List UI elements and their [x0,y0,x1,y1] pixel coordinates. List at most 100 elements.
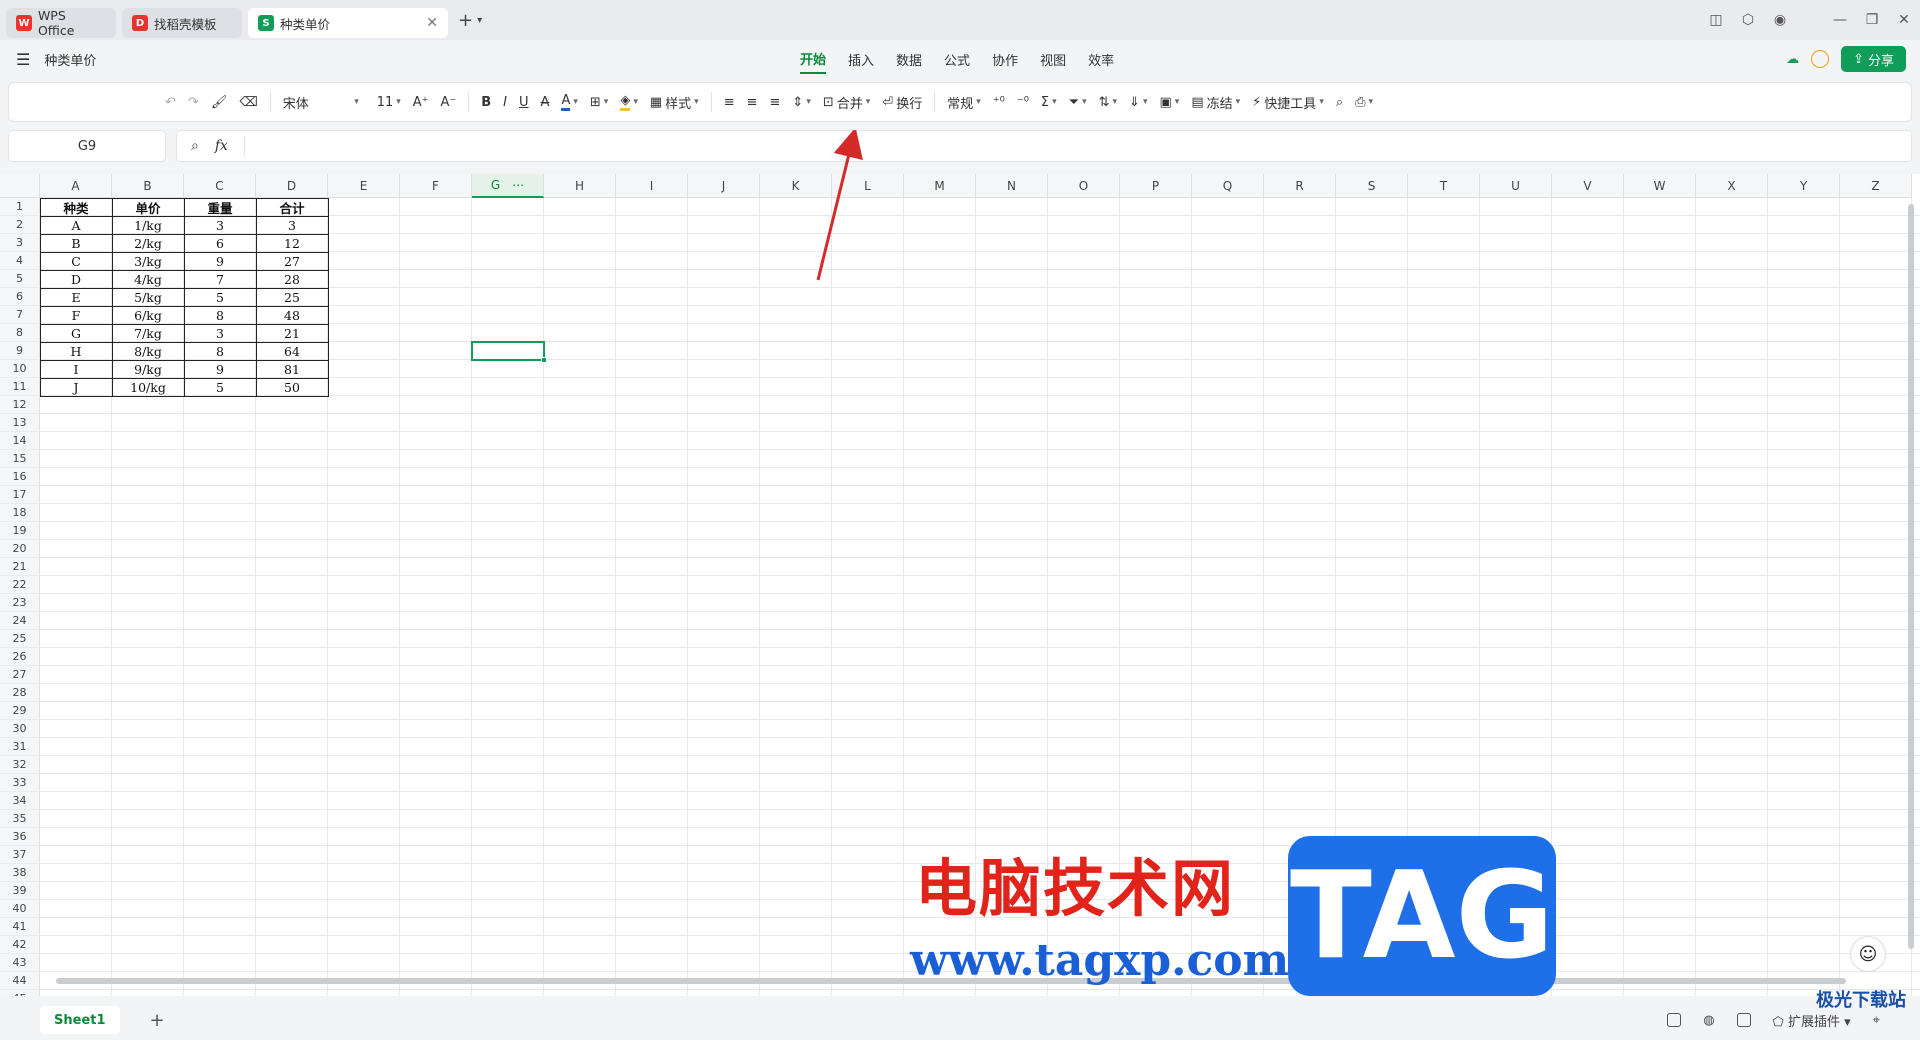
table-header-cell[interactable]: 重量 [184,198,256,216]
align-center-icon[interactable]: ≡ [741,88,764,116]
freeze-button[interactable]: ▤ 冻结 ▾ [1185,88,1246,116]
row-header[interactable]: 19 [0,522,40,540]
table-cell[interactable]: B [40,234,112,252]
table-cell[interactable]: E [40,288,112,306]
italic-icon[interactable]: I [497,88,513,116]
row-header[interactable]: 44 [0,972,40,990]
minimize-icon[interactable]: — [1824,12,1856,28]
column-header-o[interactable]: O [1048,174,1120,198]
table-cell[interactable]: 5 [184,378,256,396]
table-cell[interactable]: 64 [256,342,328,360]
row-header[interactable]: 17 [0,486,40,504]
row-header[interactable]: 33 [0,774,40,792]
row-header[interactable]: 16 [0,468,40,486]
row-header[interactable]: 30 [0,720,40,738]
row-header[interactable]: 21 [0,558,40,576]
column-header-c[interactable]: C [184,174,256,198]
sum-icon[interactable]: Σ ▾ [1035,88,1063,116]
row-header[interactable]: 11 [0,378,40,396]
tab-home[interactable]: 开始 [800,45,827,74]
eraser-icon[interactable]: ⌫ [233,88,263,116]
column-header-y[interactable]: Y [1768,174,1840,198]
selected-cell[interactable] [471,341,547,363]
formula-input[interactable] [261,131,1911,161]
decimal-increase-icon[interactable]: ⁺⁰ [987,88,1011,116]
row-header[interactable]: 39 [0,882,40,900]
number-format-select[interactable]: 常规 ▾ [941,88,987,116]
column-header-t[interactable]: T [1408,174,1480,198]
column-header-f[interactable]: F [400,174,472,198]
row-header[interactable]: 5 [0,270,40,288]
row-header[interactable]: 9 [0,342,40,360]
row-header[interactable]: 37 [0,846,40,864]
border-icon[interactable]: ⊞ ▾ [584,88,614,116]
row-header[interactable]: 2 [0,216,40,234]
row-header[interactable]: 3 [0,234,40,252]
row-header[interactable]: 32 [0,756,40,774]
table-cell[interactable]: F [40,306,112,324]
table-cell[interactable]: 4/kg [112,270,184,288]
table-cell[interactable]: H [40,342,112,360]
more-icon[interactable]: ⋯ [512,178,524,192]
table-cell[interactable]: 3 [184,216,256,234]
table-cell[interactable]: 28 [256,270,328,288]
table-header-cell[interactable]: 单价 [112,198,184,216]
row-header[interactable]: 13 [0,414,40,432]
view-mode-icon[interactable]: ⌖ [1873,1013,1880,1028]
table-cell[interactable]: 48 [256,306,328,324]
tab-spreadsheet[interactable]: S 种类单价 ✕ [248,8,448,38]
tab-insert[interactable]: 插入 [848,46,874,73]
table-cell[interactable]: 81 [256,360,328,378]
vertical-align-icon[interactable]: ⇕ ▾ [786,88,816,116]
column-header-b[interactable]: B [112,174,184,198]
table-cell[interactable]: C [40,252,112,270]
font-increase-icon[interactable]: A⁺ [407,88,435,116]
table-cell[interactable]: I [40,360,112,378]
table-cell[interactable]: 1/kg [112,216,184,234]
table-cell[interactable]: 6 [184,234,256,252]
column-header-q[interactable]: Q [1192,174,1264,198]
row-header[interactable]: 26 [0,648,40,666]
new-tab-button[interactable]: + ▾ [458,10,482,31]
table-cell[interactable]: 5/kg [112,288,184,306]
table-cell[interactable]: J [40,378,112,396]
row-header[interactable]: 40 [0,900,40,918]
table-cell[interactable]: 3/kg [112,252,184,270]
row-header[interactable]: 8 [0,324,40,342]
table-cell[interactable]: 7 [184,270,256,288]
column-header-a[interactable]: A [40,174,112,198]
table-cell[interactable]: 8 [184,342,256,360]
table-cell[interactable]: 8/kg [112,342,184,360]
column-header-z[interactable]: Z [1840,174,1912,198]
layout-icon[interactable]: ◫ [1700,12,1732,28]
table-header-cell[interactable]: 种类 [40,198,112,216]
table-header-cell[interactable]: 合计 [256,198,328,216]
row-header[interactable]: 45 [0,990,40,996]
table-cell[interactable]: 12 [256,234,328,252]
column-header-p[interactable]: P [1120,174,1192,198]
table-cell[interactable]: 10/kg [112,378,184,396]
row-header[interactable]: 28 [0,684,40,702]
font-name-select[interactable]: 宋体 ▾ [277,88,365,116]
column-header-n[interactable]: N [976,174,1048,198]
wrap-text-button[interactable]: ⏎ 换行 [876,88,928,116]
tab-formula[interactable]: 公式 [944,46,970,73]
row-header[interactable]: 4 [0,252,40,270]
tab-view[interactable]: 视图 [1040,46,1066,73]
add-sheet-button[interactable]: + [150,1010,165,1031]
row-header[interactable]: 23 [0,594,40,612]
row-header[interactable]: 42 [0,936,40,954]
cloud-icon[interactable]: ☁ [1786,52,1799,67]
filter-icon[interactable]: ⏷ ▾ [1063,88,1093,116]
image-icon[interactable]: ▣ ▾ [1153,88,1185,116]
table-cell[interactable]: 8 [184,306,256,324]
review-icon[interactable] [1667,1013,1682,1027]
table-cell[interactable]: A [40,216,112,234]
row-header[interactable]: 31 [0,738,40,756]
row-header[interactable]: 18 [0,504,40,522]
column-header-v[interactable]: V [1552,174,1624,198]
restore-icon[interactable]: ❐ [1856,12,1888,28]
protect-icon[interactable] [1736,1013,1751,1027]
column-header-w[interactable]: W [1624,174,1696,198]
table-cell[interactable]: 3 [256,216,328,234]
